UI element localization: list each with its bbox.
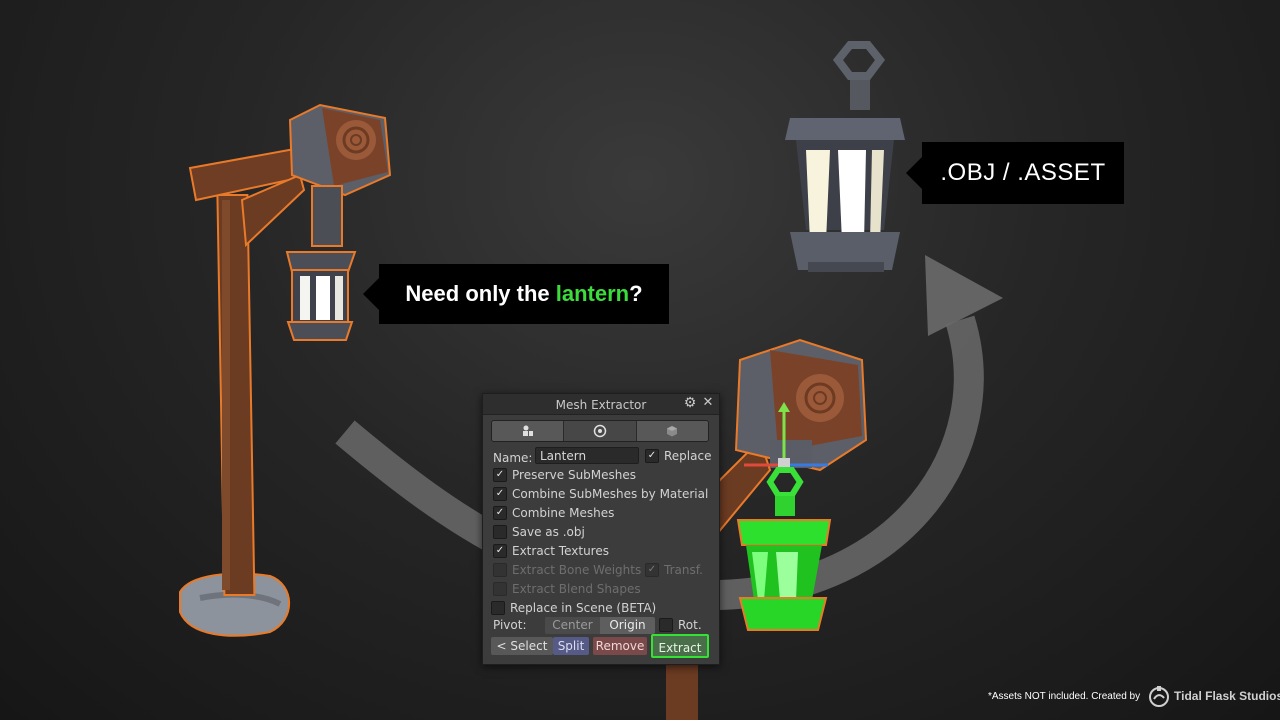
remove-button[interactable]: Remove — [593, 637, 647, 655]
callout-need-lantern: Need only the lantern? — [363, 264, 669, 324]
replace-checkbox[interactable]: ✓ — [645, 449, 659, 463]
option-combine-submeshes[interactable]: ✓ Combine SubMeshes by Material — [493, 485, 708, 503]
brand: Tidal Flask Studios — [1148, 684, 1280, 708]
mode-tabs — [491, 420, 709, 442]
lantern-exported — [785, 41, 905, 272]
split-button[interactable]: Split — [553, 637, 589, 655]
checkbox[interactable]: ✓ — [493, 487, 507, 501]
option-label: Extract Blend Shapes — [512, 582, 641, 596]
checkbox — [493, 582, 507, 596]
mesh-extractor-window: Mesh Extractor ⚙ ✕ Name: ✓ Replace ✓ Pre… — [482, 393, 720, 665]
option-preserve-submeshes[interactable]: ✓ Preserve SubMeshes — [493, 466, 636, 484]
pivot-origin-button[interactable]: Origin — [600, 617, 655, 634]
footer-note: *Assets NOT included. Created by — [988, 691, 1141, 702]
checkbox[interactable]: ✓ — [493, 506, 507, 520]
pivot-center-button[interactable]: Center — [545, 617, 600, 634]
option-save-as-obj[interactable]: Save as .obj — [493, 523, 585, 541]
replace-option[interactable]: ✓ Replace — [645, 447, 711, 465]
transf-checkbox: ✓ — [645, 563, 659, 577]
transf-label: Transf. — [664, 563, 703, 577]
checkbox[interactable]: ✓ — [493, 468, 507, 482]
pivot-selector: Center Origin — [545, 617, 655, 634]
cube-icon — [667, 426, 678, 437]
option-label: Save as .obj — [512, 525, 585, 539]
select-button[interactable]: < Select — [491, 637, 553, 655]
callout-export-formats: .OBJ / .ASSET — [906, 142, 1124, 204]
gear-icon[interactable]: ⚙ — [683, 396, 697, 410]
checkbox[interactable] — [493, 525, 507, 539]
option-combine-meshes[interactable]: ✓ Combine Meshes — [493, 504, 614, 522]
checkbox[interactable] — [491, 601, 505, 615]
callout-highlight: lantern — [555, 281, 630, 306]
replace-label: Replace — [664, 449, 712, 463]
flask-logo-icon — [1149, 686, 1169, 707]
callout-suffix: ? — [629, 281, 643, 306]
option-label: Extract Bone Weights — [512, 563, 642, 577]
option-replace-in-scene[interactable]: Replace in Scene (BETA) — [491, 599, 656, 617]
pivot-label: Pivot: — [493, 618, 527, 632]
rot-checkbox[interactable] — [659, 618, 673, 632]
name-input[interactable] — [535, 447, 639, 464]
callout-prefix: Need only the — [405, 281, 556, 306]
objects-icon — [522, 425, 533, 436]
option-extract-bone-weights: Extract Bone Weights — [493, 561, 641, 579]
option-label: Replace in Scene (BETA) — [510, 601, 657, 615]
tab-target[interactable] — [564, 421, 637, 441]
lamp-post-left — [179, 103, 392, 637]
option-transf: ✓ Transf. — [645, 561, 703, 579]
option-label: Extract Textures — [512, 544, 609, 558]
option-label: Combine Meshes — [512, 506, 615, 520]
brand-name: Tidal Flask Studios — [1174, 689, 1280, 703]
rot-option[interactable]: Rot. — [659, 616, 702, 634]
option-label: Combine SubMeshes by Material — [512, 487, 709, 501]
close-icon[interactable]: ✕ — [701, 395, 715, 411]
target-icon — [593, 424, 607, 438]
option-extract-blend-shapes: Extract Blend Shapes — [493, 580, 641, 598]
option-extract-textures[interactable]: ✓ Extract Textures — [493, 542, 609, 560]
checkbox[interactable]: ✓ — [493, 544, 507, 558]
option-label: Preserve SubMeshes — [512, 468, 637, 482]
tab-cube[interactable] — [636, 421, 708, 441]
name-label: Name: — [493, 451, 533, 465]
checkbox — [493, 563, 507, 577]
extract-button[interactable]: Extract — [651, 634, 709, 658]
rot-label: Rot. — [678, 618, 702, 632]
tab-objects[interactable] — [492, 421, 565, 441]
